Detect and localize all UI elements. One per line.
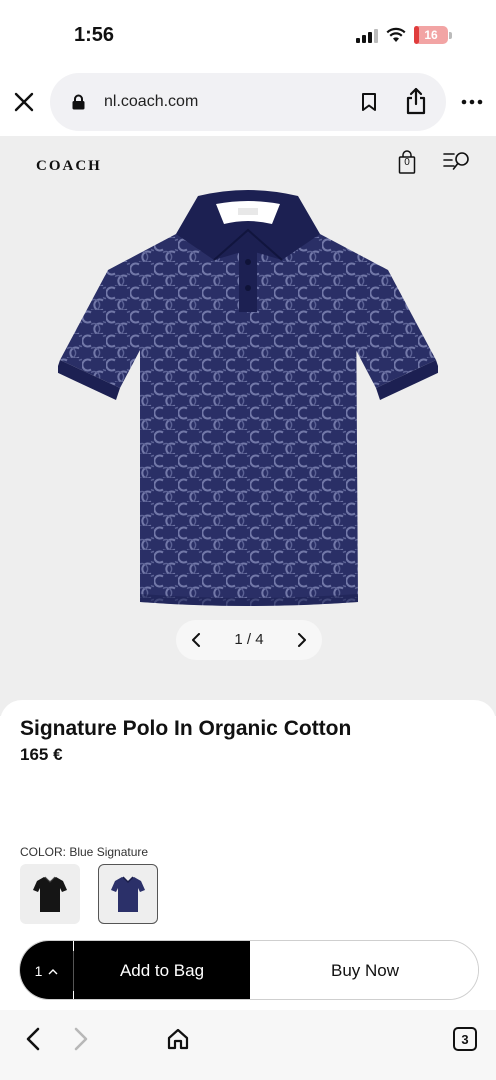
image-pager: 1 / 4	[176, 620, 322, 660]
polo-shirt-image	[58, 190, 438, 606]
status-bar: 1:56 16	[0, 0, 496, 66]
home-button[interactable]	[163, 1024, 193, 1054]
status-time: 1:56	[74, 24, 115, 46]
product-title: Signature Polo In Organic Cotton	[20, 717, 352, 740]
browser-address-bar: nl.coach.com	[0, 66, 496, 136]
color-swatch-blue-signature[interactable]	[98, 864, 158, 924]
chevron-right-icon	[298, 633, 306, 647]
browser-toolbar: 3	[0, 1010, 496, 1080]
add-to-bag-button[interactable]: Add to Bag	[74, 941, 250, 999]
more-icon	[461, 99, 483, 105]
close-tab-button[interactable]	[10, 88, 38, 116]
cellular-signal-icon	[356, 27, 378, 43]
more-options-button[interactable]	[458, 90, 486, 114]
back-button[interactable]	[18, 1024, 48, 1054]
search-menu-icon	[443, 152, 469, 170]
product-image-gallery[interactable]: COACH 0 1 / 4	[0, 136, 496, 716]
share-button[interactable]	[402, 85, 430, 117]
quantity-selector[interactable]: 1	[20, 941, 73, 999]
search-menu-button[interactable]	[442, 150, 472, 174]
forward-button[interactable]	[66, 1024, 96, 1054]
black-polo-thumbnail	[33, 876, 67, 912]
shopping-bag-button[interactable]: 0	[396, 150, 418, 174]
coach-logo[interactable]: COACH	[36, 158, 102, 175]
lock-icon	[72, 94, 85, 110]
product-price: 165 €	[20, 745, 63, 764]
bookmark-icon	[362, 93, 376, 111]
wifi-icon	[386, 27, 406, 42]
battery-percent: 16	[424, 28, 438, 42]
share-icon	[406, 87, 426, 115]
chevron-up-icon	[48, 968, 58, 974]
bookmark-button[interactable]	[356, 89, 382, 115]
back-arrow-icon	[26, 1027, 40, 1051]
forward-arrow-icon	[74, 1027, 88, 1051]
blue-polo-thumbnail	[111, 876, 145, 912]
status-icons: 16	[356, 26, 452, 44]
quantity-value: 1	[34, 963, 43, 979]
url-text: nl.coach.com	[104, 93, 199, 110]
product-info-sheet: Signature Polo In Organic Cotton 165 € C…	[0, 700, 496, 1012]
tabs-button[interactable]: 3	[453, 1027, 477, 1051]
purchase-bar: 1 Add to Bag Buy Now	[19, 940, 479, 1000]
url-field[interactable]: nl.coach.com	[50, 73, 446, 131]
bag-count: 0	[404, 157, 410, 168]
color-label: COLOR: Blue Signature	[20, 845, 149, 859]
next-image-button[interactable]	[288, 626, 316, 654]
close-icon	[14, 92, 34, 112]
home-icon	[167, 1028, 189, 1050]
battery-level-fill	[414, 26, 420, 44]
buy-now-button[interactable]: Buy Now	[250, 941, 478, 999]
battery-icon: 16	[414, 26, 448, 44]
color-swatch-black[interactable]	[20, 864, 80, 924]
